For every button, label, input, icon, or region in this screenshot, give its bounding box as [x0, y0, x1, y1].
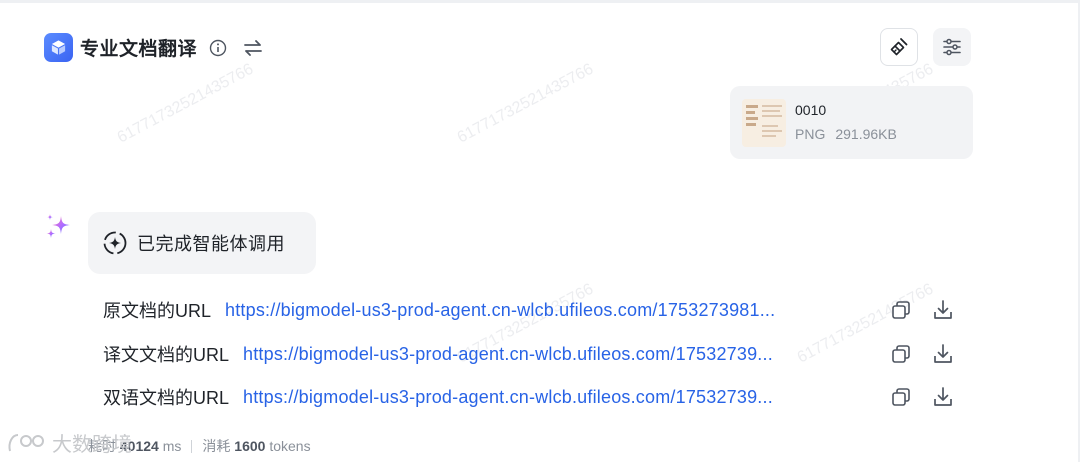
- agent-icon: [102, 230, 128, 256]
- corner-watermark-badge: 大数跨境: [6, 428, 132, 457]
- sliders-icon: [943, 38, 961, 56]
- app-logo-icon: [44, 33, 73, 62]
- app-title: 专业文档翻译: [80, 39, 198, 60]
- result-url-link[interactable]: https://bigmodel-us3-prod-agent.cn-wlcb.…: [225, 300, 775, 321]
- result-label: 双语文档的URL: [103, 388, 230, 408]
- copy-icon[interactable]: [891, 387, 911, 407]
- result-url-link[interactable]: https://bigmodel-us3-prod-agent.cn-wlcb.…: [243, 344, 773, 365]
- info-circle-icon[interactable]: [209, 39, 227, 57]
- file-meta: PNG 291.96KB: [795, 126, 897, 142]
- result-label: 译文文档的URL: [103, 345, 230, 365]
- clear-button[interactable]: [880, 28, 918, 66]
- badge-logo-icon: [8, 433, 44, 451]
- swap-arrows-icon[interactable]: [243, 38, 263, 58]
- download-icon[interactable]: [932, 299, 954, 321]
- file-thumbnail: [742, 99, 786, 147]
- copy-icon[interactable]: [891, 300, 911, 320]
- file-type: PNG: [795, 126, 826, 142]
- tokens-value: 1600: [234, 438, 266, 454]
- broom-icon: [890, 38, 908, 56]
- uploaded-file-card[interactable]: 0010 PNG 291.96KB: [730, 86, 973, 159]
- result-row-original: 原文档的URL https://bigmodel-us3-prod-agent.…: [103, 295, 963, 325]
- result-row-translated: 译文文档的URL https://bigmodel-us3-prod-agent…: [103, 339, 963, 369]
- agent-status-bubble[interactable]: 已完成智能体调用: [88, 212, 316, 274]
- time-unit: ms: [162, 438, 182, 454]
- top-border: [0, 0, 1080, 3]
- file-size: 291.96KB: [835, 126, 897, 142]
- download-icon[interactable]: [932, 343, 954, 365]
- copy-icon[interactable]: [891, 344, 911, 364]
- header: 专业文档翻译: [44, 33, 263, 62]
- download-icon[interactable]: [932, 386, 954, 408]
- tokens-unit: tokens: [269, 438, 311, 454]
- result-url-link[interactable]: https://bigmodel-us3-prod-agent.cn-wlcb.…: [243, 387, 773, 408]
- ai-sparkle-icon: [44, 212, 74, 242]
- result-row-bilingual: 双语文档的URL https://bigmodel-us3-prod-agent…: [103, 382, 963, 412]
- badge-text: 大数跨境: [52, 434, 132, 456]
- tokens-label: 消耗: [202, 438, 231, 454]
- settings-button[interactable]: [933, 28, 971, 66]
- watermark: 61771732521435766: [454, 60, 597, 147]
- result-label: 原文档的URL: [103, 301, 212, 321]
- divider: [191, 439, 193, 453]
- file-name: 0010: [795, 102, 827, 118]
- agent-status-text: 已完成智能体调用: [137, 234, 285, 254]
- watermark: 61771732521435766: [114, 60, 257, 147]
